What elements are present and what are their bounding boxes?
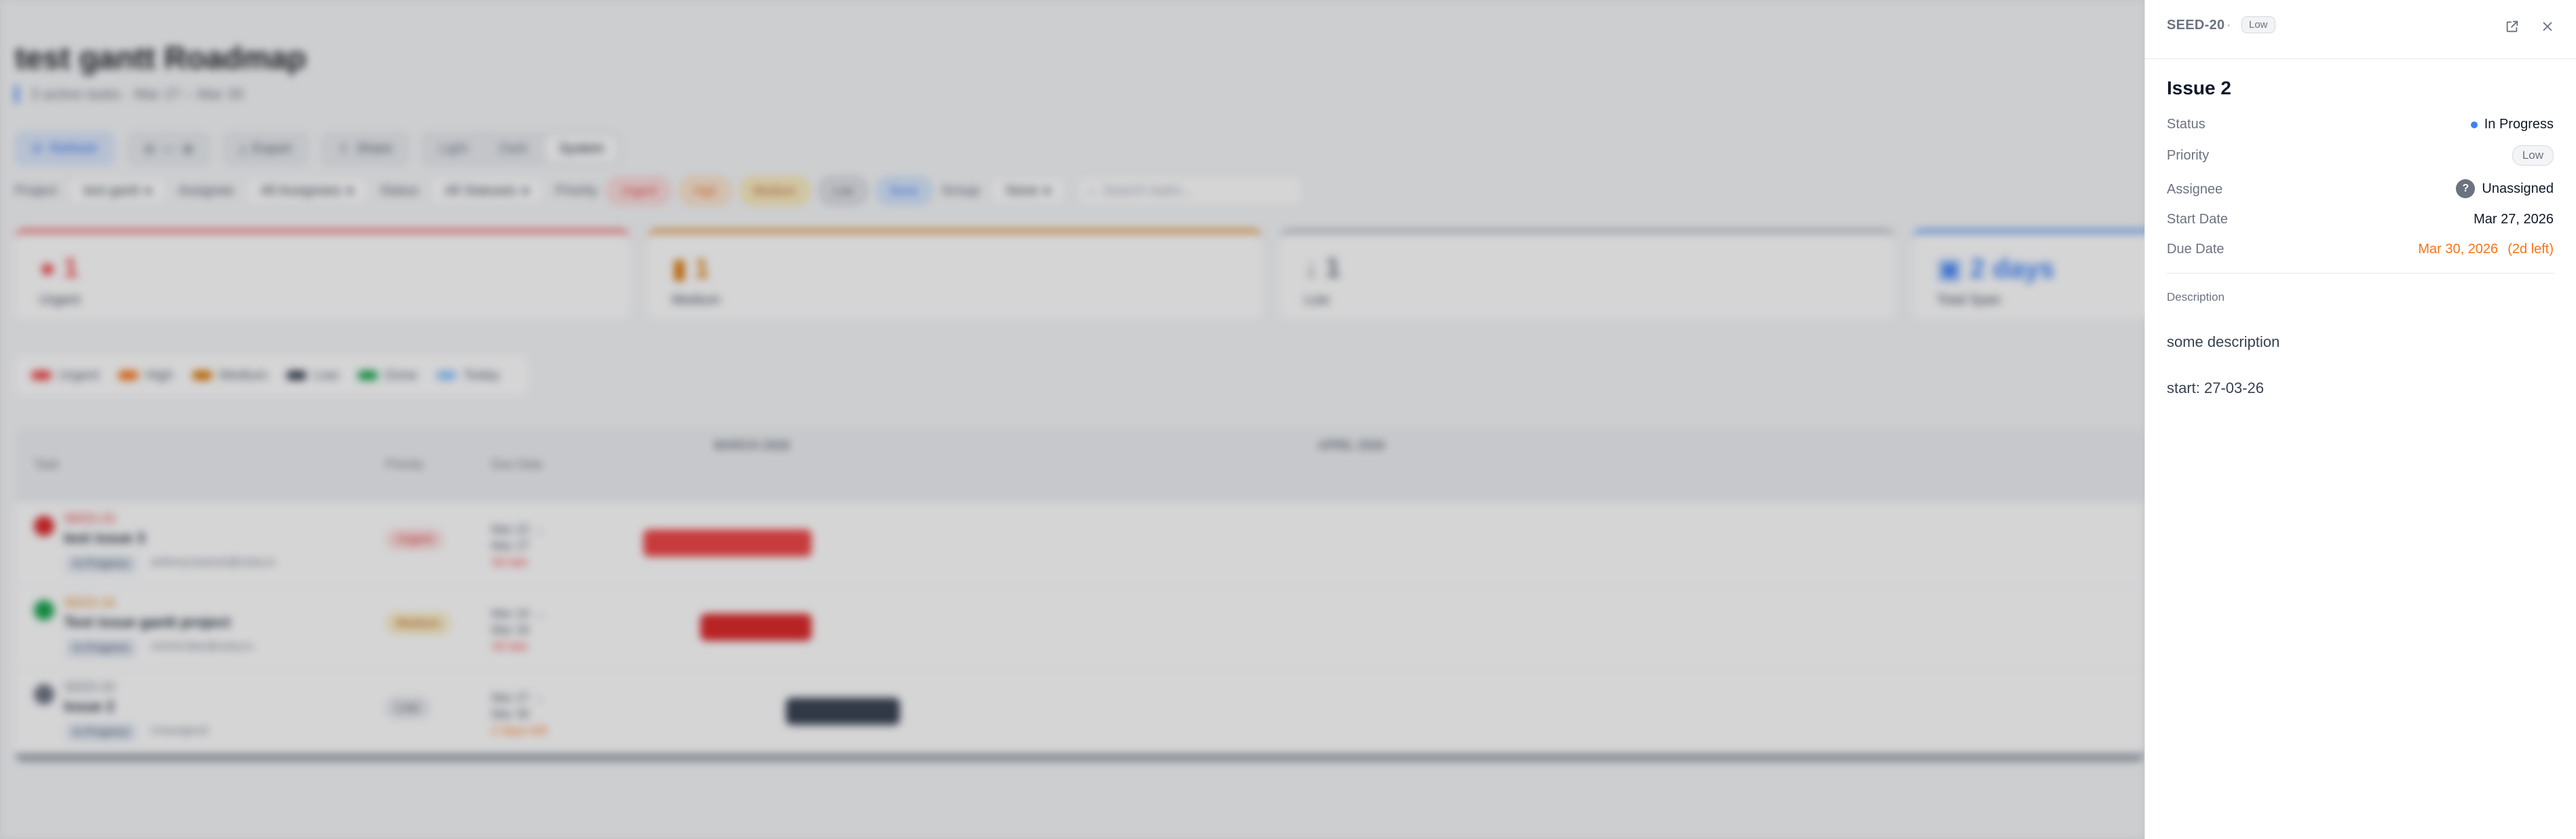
header-priority-badge: Low: [2241, 16, 2275, 33]
due-remaining-text: (2d left): [2507, 242, 2554, 257]
issue-title: Issue 2: [2167, 77, 2231, 98]
due-date-value: Mar 30, 2026 (2d left): [2418, 242, 2554, 257]
status-value[interactable]: In Progress: [2470, 117, 2554, 132]
assignee-value[interactable]: ? Unassigned: [2456, 179, 2554, 198]
start-date-value: Mar 27, 2026: [2474, 212, 2554, 227]
due-date-text: Mar 30, 2026: [2418, 242, 2499, 257]
due-date-label: Due Date: [2167, 242, 2224, 257]
close-icon[interactable]: [2537, 16, 2558, 37]
panel-header: SEED-20 · Low: [2145, 0, 2576, 59]
open-external-icon[interactable]: [2502, 16, 2522, 37]
status-label: Status: [2167, 117, 2205, 132]
priority-badge: Low: [2512, 145, 2554, 166]
priority-label: Priority: [2167, 148, 2210, 163]
priority-value[interactable]: Low: [2512, 145, 2554, 166]
header-separator: ·: [2227, 18, 2231, 33]
assignee-label: Assignee: [2167, 182, 2223, 197]
description-text: some description start: 27-03-26: [2167, 333, 2280, 396]
assignee-value-text: Unassigned: [2482, 181, 2554, 196]
issue-id: SEED-20: [2167, 18, 2225, 33]
description-label: Description: [2167, 291, 2225, 303]
start-date-label: Start Date: [2167, 212, 2229, 227]
divider: [2167, 273, 2555, 274]
issue-detail-panel: SEED-20 · Low Issue 2 Status In Progress…: [2144, 0, 2576, 839]
modal-overlay[interactable]: [0, 0, 2144, 839]
avatar: ?: [2456, 179, 2476, 198]
status-dot-icon: [2470, 121, 2478, 128]
status-value-text: In Progress: [2484, 117, 2554, 132]
